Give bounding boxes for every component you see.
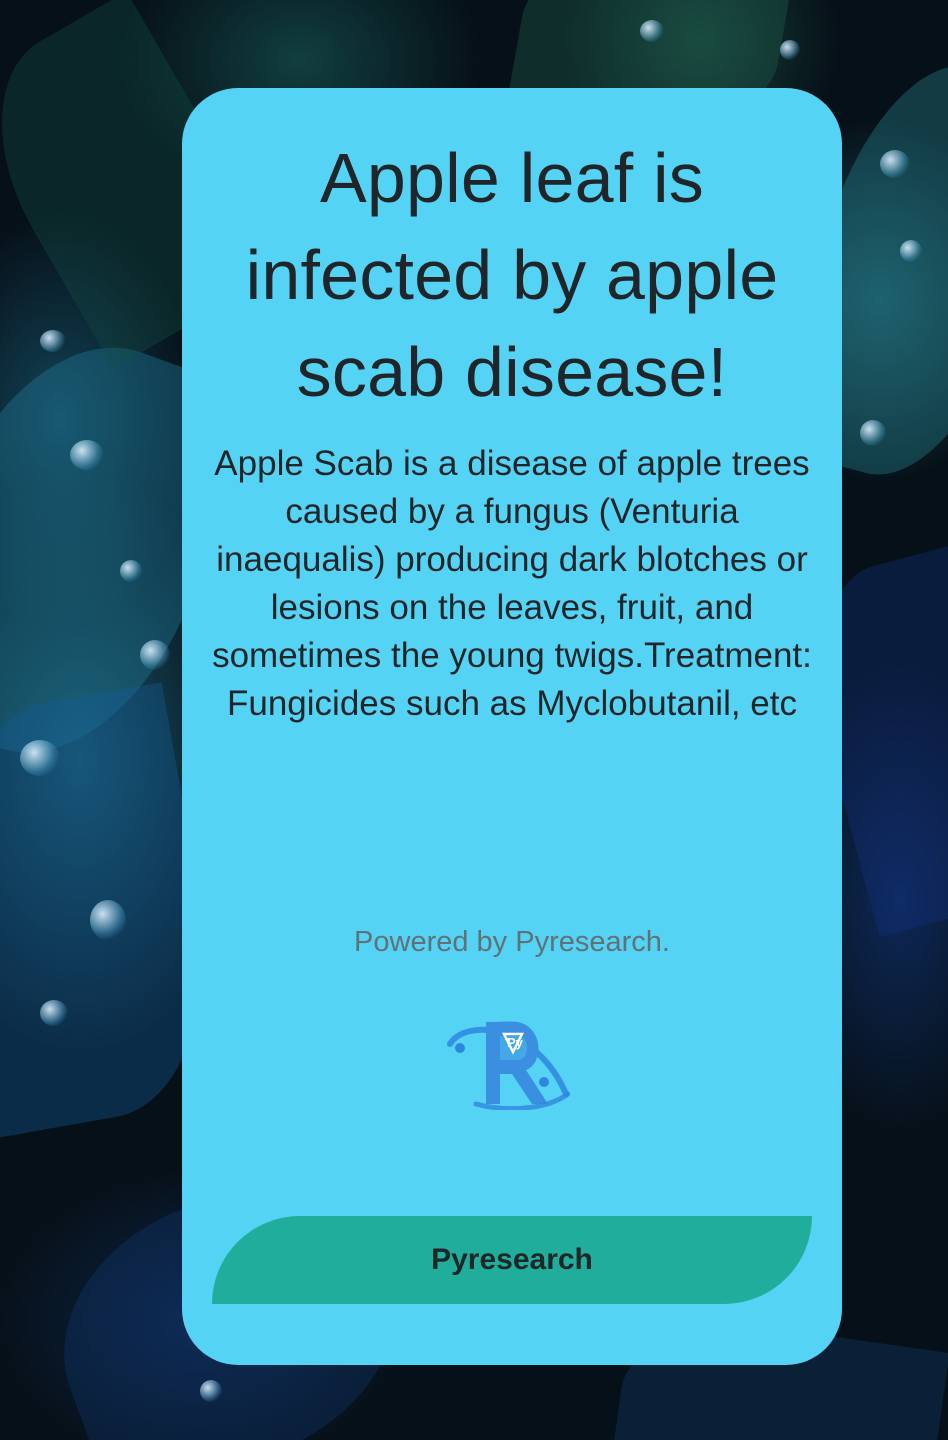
pyresearch-button[interactable]: Pyresearch <box>212 1216 812 1304</box>
water-drop <box>880 150 910 178</box>
water-drop <box>640 20 664 42</box>
pyresearch-logo-icon: Py <box>447 1021 570 1110</box>
water-drop <box>120 560 142 582</box>
powered-by-text: Powered by Pyresearch. <box>354 926 670 958</box>
water-drop <box>780 40 800 60</box>
result-card: Apple leaf is infected by apple scab dis… <box>182 88 842 1365</box>
water-drop <box>90 900 126 940</box>
water-drop <box>40 330 66 352</box>
water-drop <box>900 240 922 262</box>
water-drop <box>140 640 170 670</box>
water-drop <box>200 1380 222 1402</box>
svg-text:Py: Py <box>507 1035 524 1050</box>
result-title: Apple leaf is infected by apple scab dis… <box>245 139 779 411</box>
water-drop <box>70 440 104 470</box>
water-drop <box>40 1000 68 1026</box>
water-drop <box>20 740 60 776</box>
disease-description: Apple Scab is a disease of apple trees c… <box>212 444 812 723</box>
water-drop <box>860 420 886 446</box>
